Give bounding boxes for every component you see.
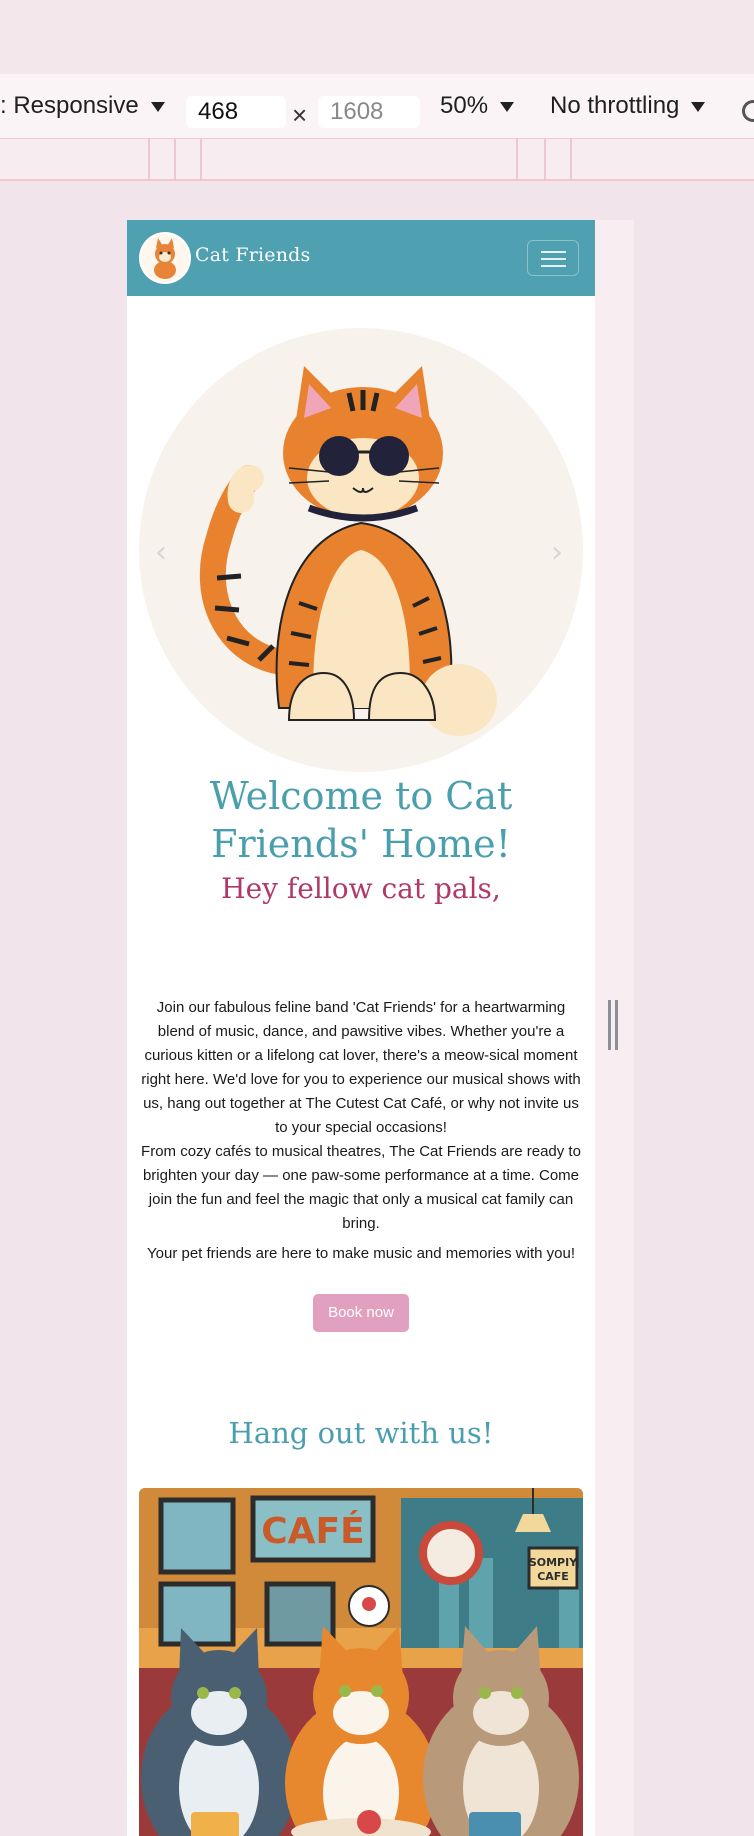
throttling-select[interactable]: No throttling [550, 74, 706, 138]
devtools-top-area [0, 0, 754, 75]
chevron-down-icon [150, 102, 165, 112]
throttling-select-label: No throttling [550, 92, 680, 119]
hero-cat-image [139, 328, 583, 772]
greeting-subheading: Hey fellow cat pals, [221, 872, 501, 905]
intro-paragraph: Join our fabulous feline band 'Cat Frien… [141, 999, 581, 1136]
welcome-heading: Welcome to Cat Friends' Home! [209, 774, 513, 866]
svg-text:SOMPIY: SOMPIY [529, 1556, 578, 1569]
book-now-button[interactable]: Book now [313, 1294, 409, 1332]
venues-paragraph: From cozy cafés to musical theatres, The… [141, 1143, 581, 1232]
chevron-down-icon [500, 102, 515, 112]
zoom-select[interactable]: 50% [440, 74, 515, 138]
svg-text:CAFE: CAFE [537, 1570, 569, 1583]
resize-handle[interactable] [608, 1000, 618, 1050]
svg-text:CAFÉ: CAFÉ [261, 1510, 364, 1552]
width-input[interactable]: 468 [186, 96, 286, 128]
emulated-viewport: Cat Friends ‹ › Welcome to Cat Friends' … [126, 220, 595, 1836]
carousel-prev-icon[interactable]: ‹ [155, 535, 167, 570]
times-icon: × [292, 100, 308, 130]
cat-logo-icon[interactable] [139, 232, 191, 284]
closing-paragraph: Your pet friends are here to make music … [147, 1245, 575, 1262]
zoom-select-label: 50% [440, 92, 489, 119]
device-select[interactable]: : Responsive [0, 74, 165, 138]
menu-toggle-button[interactable] [527, 240, 579, 276]
media-query-ruler [0, 138, 754, 181]
device-select-label: : Responsive [0, 92, 139, 119]
cafe-cats-image: CAFÉ SOMPIY CAFE [139, 1488, 583, 1836]
height-input[interactable]: 1608 [318, 96, 420, 128]
brand-name[interactable]: Cat Friends [195, 244, 310, 266]
hamburger-icon [541, 251, 566, 253]
hangout-heading: Hang out with us! [228, 1416, 494, 1450]
chevron-down-icon [691, 102, 706, 112]
carousel-next-icon[interactable]: › [551, 535, 563, 570]
navbar: Cat Friends [127, 220, 595, 296]
